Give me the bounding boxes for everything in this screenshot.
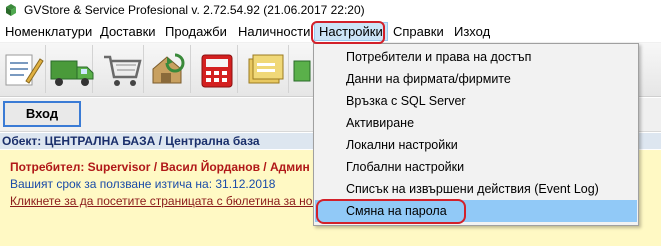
window-title: GVStore & Service Profesional v. 2.72.54… [24,3,365,17]
toolbar-button-finance[interactable] [192,45,238,93]
settings-green-icon [293,60,311,82]
app-logo-icon [6,4,16,16]
menu-exit[interactable]: Изход [454,24,490,39]
menu-item-company-data[interactable]: Данни на фирмата/фирмите [315,68,637,90]
document-edit-icon [5,54,44,86]
toolbar-button-deliveries[interactable] [47,45,94,93]
menu-deliveries[interactable]: Доставки [100,24,156,39]
toolbar-button-stock[interactable] [145,45,191,93]
news-bulletin-link[interactable]: Кликнете за да посетите страницата с бюл… [10,194,337,208]
current-user-label: Потребител: Supervisor / Васил Йорданов … [10,160,310,174]
menu-nomenclatures[interactable]: Номенклатури [5,24,92,39]
object-label: Обект: ЦЕНТРАЛНА БАЗА / Централна база [2,134,260,148]
toolbar-button-sales[interactable] [98,45,144,93]
menu-reports[interactable]: Справки [393,24,444,39]
menu-stock[interactable]: Наличности [238,24,310,39]
toolbar-button-settings[interactable] [290,45,314,93]
highlight-oval-change-password [316,199,466,224]
login-button[interactable]: Вход [3,101,81,127]
toolbar-button-archive[interactable] [243,45,289,93]
license-expiry-label: Вашият срок за ползване изтича на: 31.12… [10,177,276,191]
highlight-oval-settings-menu [311,21,385,44]
menu-item-sql-connection[interactable]: Връзка с SQL Server [315,90,637,112]
menu-item-users-and-rights[interactable]: Потребители и права на достъп [315,46,637,68]
warehouse-refresh-icon [152,53,185,84]
menu-item-global-settings[interactable]: Глобални настройки [315,156,637,178]
menu-item-activation[interactable]: Активиране [315,112,637,134]
menu-item-event-log[interactable]: Списък на извършени действия (Event Log) [315,178,637,200]
title-bar: GVStore & Service Profesional v. 2.72.54… [0,0,661,21]
folders-icon [248,54,284,84]
delivery-truck-icon [50,60,94,86]
toolbar-button-documents[interactable] [0,45,46,93]
menu-item-local-settings[interactable]: Локални настройки [315,134,637,156]
shopping-cart-icon [104,55,142,86]
menu-sales[interactable]: Продажби [165,24,227,39]
calculator-icon [201,54,233,88]
